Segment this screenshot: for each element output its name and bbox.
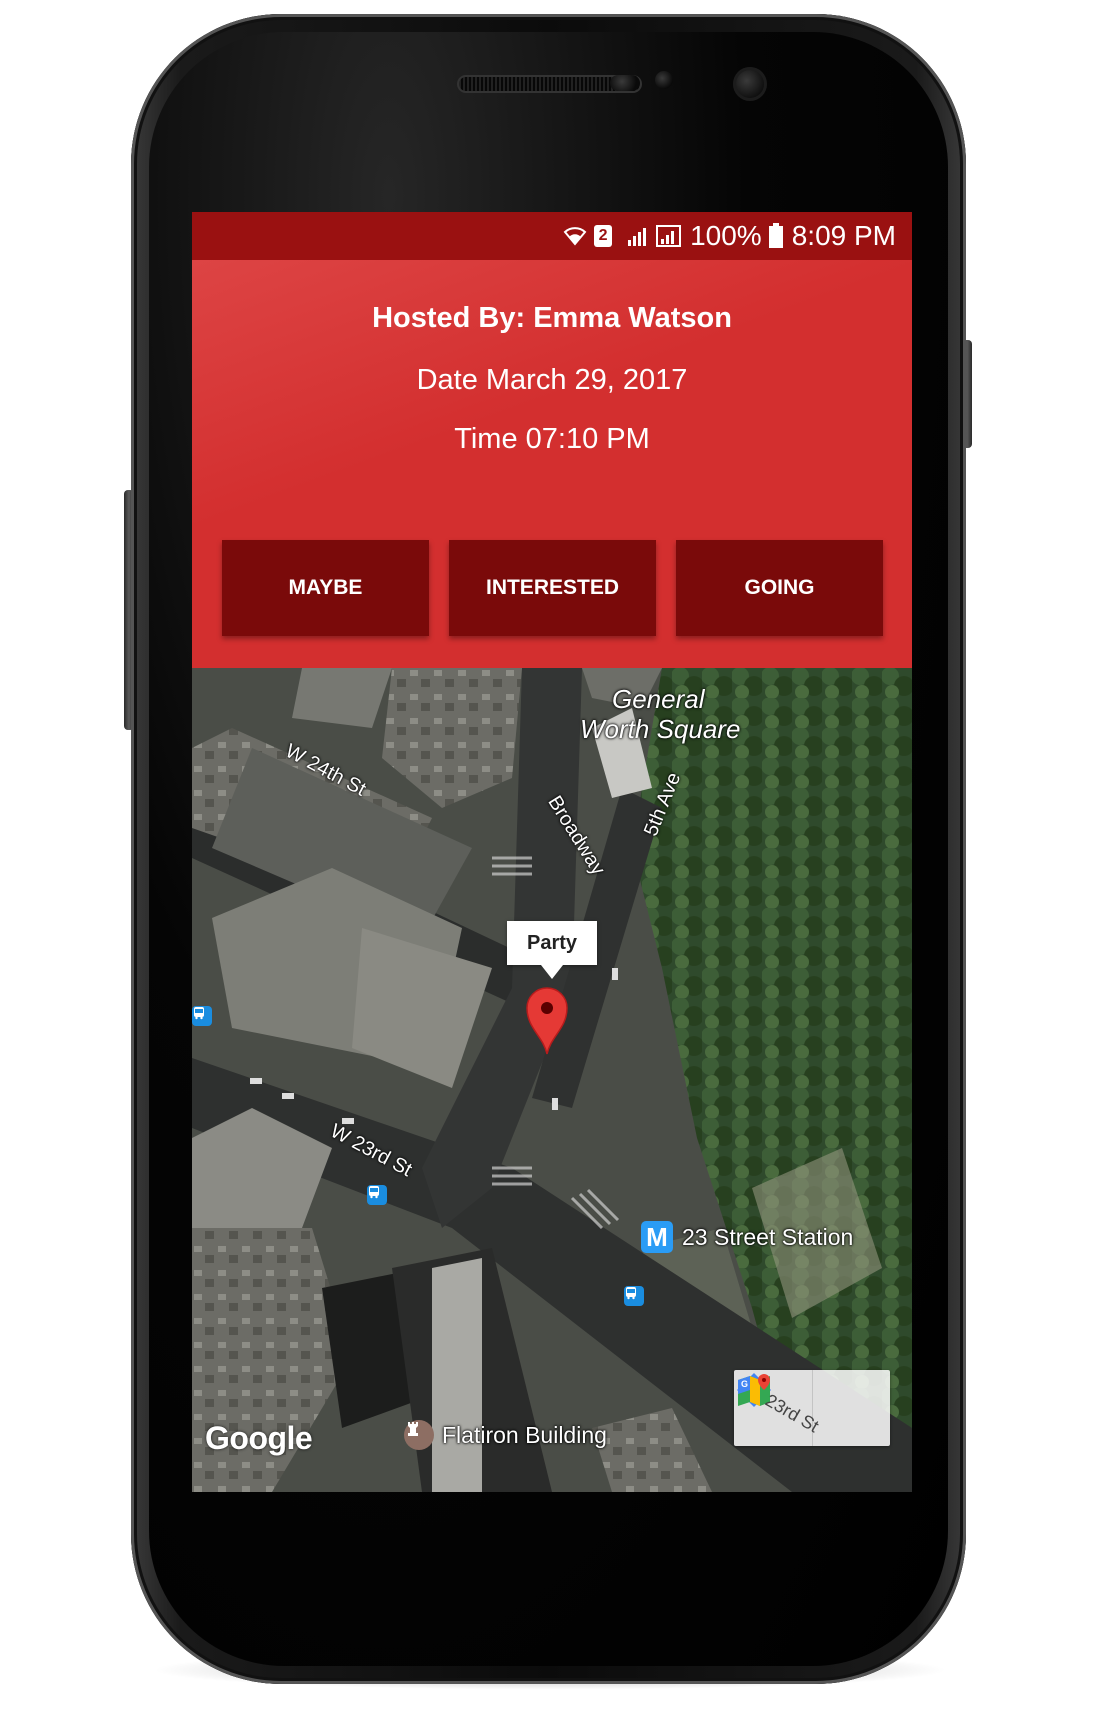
station-label: 23 Street Station (682, 1224, 854, 1250)
map-view[interactable]: General Worth Square W 24th St Broadway … (192, 668, 912, 1492)
sim-badge: 2 (594, 225, 613, 247)
maybe-button[interactable]: MAYBE (222, 540, 429, 636)
interested-button[interactable]: INTERESTED (449, 540, 656, 636)
event-header: Hosted By: Emma Watson Date March 29, 20… (192, 260, 912, 668)
svg-text:G: G (741, 1379, 748, 1389)
satellite-imagery (192, 668, 912, 1492)
marker-info-window[interactable]: Party (507, 921, 597, 965)
google-attribution: Google (205, 1420, 313, 1456)
app-screen: 2 100% 8:09 PM Hosted By: Emma Watson Da… (192, 212, 912, 1492)
status-bar: 2 100% 8:09 PM (192, 212, 912, 260)
clock: 8:09 PM (791, 220, 896, 251)
event-time: Time 07:10 PM (454, 423, 650, 455)
subway-station-icon[interactable]: M (641, 1221, 673, 1253)
signal-secondary-icon (656, 224, 682, 248)
going-button[interactable]: GOING (676, 540, 883, 636)
wifi-icon (562, 224, 588, 248)
battery-percent: 100% (690, 220, 762, 251)
front-camera (733, 67, 767, 101)
landmark-label-flatiron: Flatiron Building (442, 1422, 607, 1448)
bus-stop-icon[interactable] (192, 1006, 212, 1026)
info-window-tail (541, 965, 563, 979)
proximity-sensor (610, 75, 640, 91)
light-sensor (655, 71, 673, 89)
bus-stop-icon[interactable] (624, 1286, 644, 1306)
bus-stop-icon[interactable] (367, 1185, 387, 1205)
signal-icon (626, 224, 650, 248)
map-label-worth-square: Worth Square (580, 714, 741, 744)
event-date: Date March 29, 2017 (416, 364, 688, 396)
battery-icon (768, 223, 784, 249)
map-label-general: General (612, 684, 705, 714)
landmark-rook-icon[interactable] (404, 1420, 434, 1450)
open-in-maps-button[interactable]: G (738, 1370, 891, 1446)
event-host: Hosted By: Emma Watson (372, 302, 732, 334)
